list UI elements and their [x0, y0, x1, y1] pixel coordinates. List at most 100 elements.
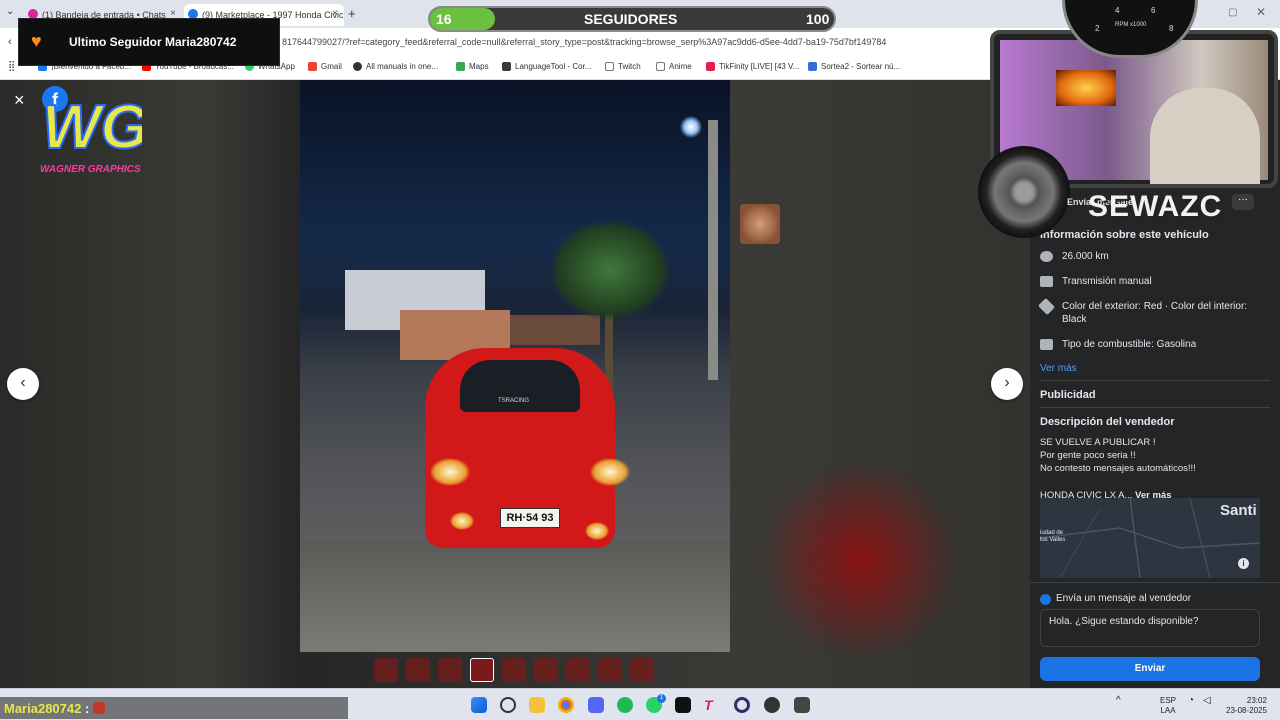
back-arrow-icon[interactable]: ‹	[8, 36, 12, 48]
sortea2-icon	[808, 62, 817, 71]
chat-overlay: Maria280742 :	[0, 697, 348, 719]
chat-separator: :	[84, 701, 90, 716]
messenger-icon	[1040, 594, 1051, 605]
fog-light-right	[585, 522, 609, 540]
folder-icon	[656, 62, 665, 71]
volume-icon[interactable]: ◁	[1203, 696, 1211, 706]
divider	[1040, 380, 1270, 381]
windows-start-icon[interactable]	[471, 697, 487, 713]
spec-fuel: Tipo de combustible: Gasolina	[1040, 338, 1270, 351]
new-tab-button[interactable]: +	[348, 6, 356, 21]
manuals-icon	[353, 62, 362, 71]
photo-thumbnail[interactable]	[630, 658, 654, 682]
gauge-label: RPM x1000	[1115, 22, 1147, 28]
followers-target: 100	[806, 11, 830, 27]
bookmark-sortea2[interactable]: Sortea2 - Sortear nú...	[808, 62, 900, 71]
last-follower-alert: ♥ Ultimo Seguidor Maria280742	[18, 18, 280, 66]
bookmark-manuals[interactable]: All manuals in one...	[353, 62, 438, 71]
odometer-icon	[1040, 251, 1053, 262]
car-windshield: TSRACING	[460, 360, 580, 412]
street	[300, 540, 730, 652]
seller-description-line: No contesto mensajes automáticos!!!	[1040, 463, 1196, 474]
app-icon[interactable]	[764, 697, 780, 713]
language-indicator[interactable]: ESP LAA	[1160, 696, 1176, 716]
gmail-icon	[308, 62, 317, 71]
utility-pole	[708, 120, 718, 380]
spotify-icon[interactable]	[617, 697, 633, 713]
app-icon[interactable]	[794, 697, 810, 713]
bookmark-anime[interactable]: Anime	[656, 62, 692, 71]
blurred-background	[760, 460, 960, 660]
more-options-icon[interactable]: ···	[1232, 194, 1254, 210]
message-seller-box: Envía un mensaje al vendedor Hola. ¿Sigu…	[1030, 582, 1280, 688]
chat-username: Maria280742	[4, 701, 82, 716]
seller-description-line: SE VUELVE A PUBLICAR !	[1040, 437, 1156, 448]
streamer-name: SEWAZC	[1088, 190, 1223, 223]
photo-thumbnail[interactable]	[406, 658, 430, 682]
logo-mark: WG	[42, 93, 142, 162]
obs-icon[interactable]	[734, 697, 750, 713]
folder-icon	[605, 62, 614, 71]
wheel-graphic	[978, 146, 1070, 238]
bookmark-tikfinity[interactable]: TikFinity [LIVE] [43 V...	[706, 62, 799, 71]
vehicle-specs: 26.000 km Transmisión manual Color del e…	[1038, 250, 1270, 502]
followers-goal-bar: 16 SEGUIDORES 100	[428, 6, 836, 32]
wifi-icon[interactable]: ◔	[1188, 696, 1194, 706]
devil-emote-icon	[92, 702, 105, 714]
headlight-left	[430, 458, 470, 486]
photo-thumbnail[interactable]	[566, 658, 590, 682]
search-icon[interactable]	[500, 697, 516, 713]
fog-light-left	[450, 512, 474, 530]
spec-mileage: 26.000 km	[1040, 250, 1270, 263]
wagner-graphics-logo: WG WAGNER GRAPHICS	[40, 92, 142, 175]
photo-thumbnail[interactable]	[470, 658, 494, 682]
bookmark-maps[interactable]: Maps	[456, 62, 489, 71]
file-explorer-icon[interactable]	[529, 697, 545, 713]
whatsapp-badge: 1	[657, 694, 666, 703]
bookmark-twitch[interactable]: Twitch	[605, 62, 641, 71]
window-maximize-icon[interactable]: ▢	[1228, 7, 1237, 18]
seller-description-title: Descripción del vendedor	[1040, 416, 1175, 428]
map-city-label: Santi	[1220, 502, 1257, 519]
chrome-icon[interactable]	[558, 697, 574, 713]
message-input[interactable]: Hola. ¿Sigue estando disponible?	[1040, 609, 1260, 647]
gauge-tick: 6	[1151, 6, 1156, 15]
logo-subtext: WAGNER GRAPHICS	[40, 164, 141, 175]
photo-thumbnail[interactable]	[374, 658, 398, 682]
tiktok-icon[interactable]	[675, 697, 691, 713]
street-lamp	[680, 116, 702, 138]
fuel-icon	[1040, 339, 1053, 350]
streamer	[1150, 88, 1260, 184]
map-area-label: iudad de los Valles	[1040, 530, 1066, 543]
gauge-tick: 8	[1169, 24, 1174, 33]
bookmark-languagetool[interactable]: LanguageTool - Cor...	[502, 62, 592, 71]
map-info-icon[interactable]: i	[1238, 558, 1249, 569]
spec-color: Color del exterior: Red · Color del inte…	[1038, 298, 1270, 326]
close-viewer-icon[interactable]: ×	[14, 90, 25, 111]
clock[interactable]: 23:02 23-08-2025	[1226, 696, 1267, 716]
discord-icon[interactable]	[588, 697, 604, 713]
listing-photo[interactable]: TSRACING RH·54 93	[300, 80, 730, 652]
photo-thumbnail[interactable]	[534, 658, 558, 682]
location-map[interactable]: Santi iudad de los Valles i	[1040, 498, 1260, 578]
apps-grid-icon[interactable]: ⣿	[8, 61, 15, 72]
send-button[interactable]: Enviar	[1040, 657, 1260, 681]
tab-close-icon[interactable]: ×	[332, 8, 338, 19]
photo-thumbnail[interactable]	[502, 658, 526, 682]
window-close-icon[interactable]: ✕	[1256, 5, 1266, 19]
divider	[1040, 407, 1270, 408]
see-more-link[interactable]: Ver más	[1040, 363, 1270, 374]
fireplace-screen	[1056, 70, 1116, 106]
photo-thumbnail[interactable]	[598, 658, 622, 682]
map-pin-icon	[456, 62, 465, 71]
tikfinity-icon[interactable]: T	[704, 697, 720, 713]
previous-photo-button[interactable]: ‹	[7, 368, 39, 400]
photo-thumbnail[interactable]	[438, 658, 462, 682]
publicidad-heading[interactable]: Publicidad	[1040, 389, 1270, 401]
next-photo-button[interactable]: ›	[991, 368, 1023, 400]
bookmark-gmail[interactable]: Gmail	[308, 62, 342, 71]
tray-overflow-icon[interactable]: ^	[1116, 696, 1121, 706]
gauge-tick: 4	[1115, 6, 1120, 15]
tab-list-chevron-icon[interactable]: ⌄	[6, 6, 14, 17]
url-text[interactable]: 817644799027/?ref=category_feed&referral…	[282, 37, 886, 47]
